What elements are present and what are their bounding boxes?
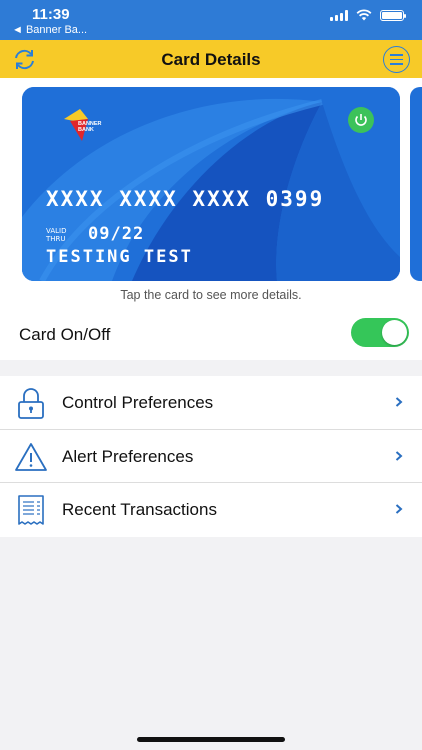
lock-icon	[18, 388, 44, 419]
chevron-right-icon	[395, 397, 403, 407]
warning-icon	[15, 442, 47, 471]
cardholder-name: TESTING TEST	[46, 247, 193, 267]
card-toggle-label: Card On/Off	[19, 325, 111, 344]
control-preferences-row[interactable]: Control Preferences	[0, 376, 422, 430]
chevron-right-icon	[395, 450, 403, 461]
chevron-right-icon	[395, 504, 403, 514]
menu-item-label: Recent Transactions	[62, 500, 217, 519]
back-to-app-link[interactable]: ◄ Banner Ba...	[12, 24, 87, 36]
page-title: Card Details	[161, 50, 261, 69]
card-expiry: 09/22	[88, 224, 145, 244]
status-time: 11:39	[32, 6, 70, 23]
signal-icon	[330, 9, 348, 21]
menu-item-label: Alert Preferences	[62, 446, 194, 466]
next-card-peek[interactable]	[410, 87, 422, 281]
bank-name: BANNER BANK	[78, 121, 102, 133]
recent-transactions-row[interactable]: Recent Transactions	[0, 483, 422, 537]
status-bar: 11:39 ◄ Banner Ba...	[0, 0, 422, 40]
menu-icon[interactable]	[383, 46, 410, 73]
tap-hint: Tap the card to see more details.	[120, 288, 302, 302]
nav-bar: Card Details	[0, 40, 422, 78]
card-area: BANNER BANK XXXX XXXX XXXX 0399 VALID TH…	[0, 78, 422, 360]
power-icon[interactable]	[348, 107, 374, 133]
wifi-icon	[356, 9, 372, 21]
thru-label: THRU	[46, 235, 66, 243]
menu-item-label: Control Preferences	[62, 393, 214, 412]
debit-card[interactable]: BANNER BANK XXXX XXXX XXXX 0399 VALID TH…	[22, 87, 400, 281]
card-number: XXXX XXXX XXXX 0399	[46, 187, 325, 211]
valid-thru-label: VALID THRU	[46, 227, 66, 243]
home-indicator[interactable]	[137, 737, 285, 742]
toggle-knob	[382, 320, 407, 345]
alert-preferences-row[interactable]: Alert Preferences	[0, 430, 422, 483]
card-on-off-toggle[interactable]	[351, 318, 409, 347]
status-icons	[330, 9, 406, 21]
preferences-list: Control Preferences Alert Preferences Re…	[0, 376, 422, 537]
valid-label: VALID	[46, 227, 67, 235]
battery-icon	[380, 9, 406, 21]
receipt-icon	[18, 495, 44, 525]
